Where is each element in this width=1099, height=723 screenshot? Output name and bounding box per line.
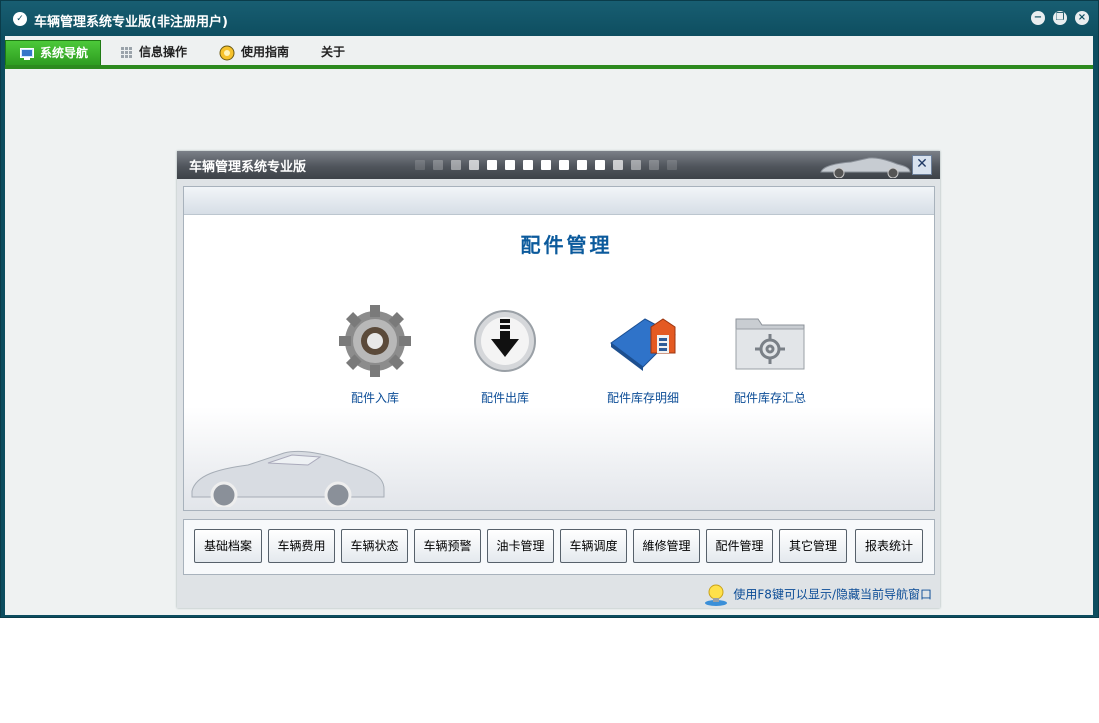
gear-icon: [339, 305, 411, 377]
menu-bar: 系统导航 信息操作 使用指南 关于: [5, 36, 1093, 69]
dialog-title-bar[interactable]: 车辆管理系统专业版 ✕: [177, 151, 940, 179]
feature-label: 配件库存汇总: [733, 391, 806, 405]
title-bar: ✓ 车辆管理系统专业版(非注册用户) − ❐ ×: [1, 1, 1098, 36]
minimize-icon[interactable]: −: [1031, 11, 1045, 25]
nav-button-parts[interactable]: 配件管理: [706, 529, 773, 563]
nav-button-reports[interactable]: 报表统计: [855, 529, 923, 563]
menu-system-nav[interactable]: 系统导航: [5, 40, 102, 67]
nav-button-vehicle-status[interactable]: 车辆状态: [341, 529, 408, 563]
download-arrow-icon: [474, 310, 536, 372]
feature-label: 配件出库: [480, 391, 529, 405]
nav-button-maintenance[interactable]: 維修管理: [633, 529, 700, 563]
hint-text: 使用F8键可以显示/隐藏当前导航窗口: [733, 587, 932, 602]
dialog-close-button[interactable]: ✕: [912, 155, 932, 175]
restore-icon[interactable]: ❐: [1053, 11, 1067, 25]
feature-panel: 配件管理 配件入库 配件出库 配件库存明细 配件库存汇总: [183, 186, 935, 511]
feature-label: 配件库存明细: [606, 391, 679, 405]
menu-label: 关于: [321, 45, 346, 59]
nav-button-fuel-card[interactable]: 油卡管理: [487, 529, 554, 563]
menu-user-guide[interactable]: 使用指南: [219, 40, 289, 65]
car-illustration-icon: [191, 450, 385, 507]
car-logo-icon: [820, 157, 911, 178]
folder-gear-icon: [735, 318, 805, 370]
feature-label: 配件入库: [350, 391, 399, 405]
feature-parts-out[interactable]: 配件出库: [440, 305, 570, 406]
bulb-icon: [219, 45, 235, 60]
menu-label: 使用指南: [241, 45, 290, 59]
nav-button-other[interactable]: 其它管理: [779, 529, 847, 563]
grid-icon: [121, 46, 132, 58]
panel-header: [184, 187, 934, 215]
close-window-icon[interactable]: ×: [1075, 11, 1089, 25]
menu-about[interactable]: 关于: [321, 40, 345, 65]
menu-info-ops[interactable]: 信息操作: [121, 40, 187, 65]
app-window: ✓ 车辆管理系统专业版(非注册用户) − ❐ × 系统导航 信息操作 使用指南 …: [0, 0, 1099, 618]
window-title: 车辆管理系统专业版(非注册用户): [34, 15, 228, 30]
feature-parts-stock-summary[interactable]: 配件库存汇总: [705, 305, 835, 406]
module-button-bar: 基础档案 车辆费用 车辆状态 车辆预警 油卡管理 车辆调度 維修管理 配件管理 …: [183, 519, 935, 575]
feature-parts-stock-detail[interactable]: 配件库存明细: [578, 305, 708, 406]
menu-label: 信息操作: [139, 45, 188, 59]
app-logo-icon: ✓: [13, 12, 27, 26]
section-title: 配件管理: [520, 233, 613, 257]
menu-label: 系统导航: [40, 46, 89, 60]
nav-button-basic-records[interactable]: 基础档案: [194, 529, 262, 563]
book-house-icon: [610, 318, 676, 371]
nav-button-vehicle-costs[interactable]: 车辆费用: [268, 529, 335, 563]
lightbulb-icon: [705, 584, 728, 606]
nav-button-vehicle-alerts[interactable]: 车辆预警: [414, 529, 481, 563]
monitor-icon: [20, 47, 34, 60]
dialog-title: 车辆管理系统专业版: [189, 160, 307, 175]
nav-button-dispatch[interactable]: 车辆调度: [560, 529, 627, 563]
nav-dialog: 车辆管理系统专业版 ✕ 配件管理 配件入库 配件出库 配件库存明细 配件库存汇总…: [177, 151, 940, 608]
f8-hint: 使用F8键可以显示/隐藏当前导航窗口: [704, 583, 932, 607]
feature-parts-in[interactable]: 配件入库: [310, 305, 440, 406]
